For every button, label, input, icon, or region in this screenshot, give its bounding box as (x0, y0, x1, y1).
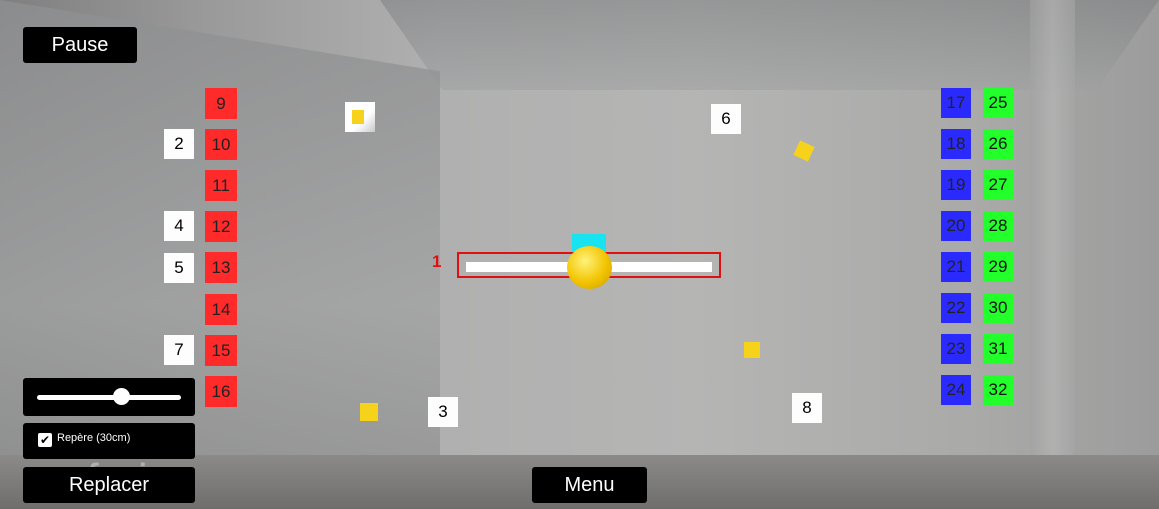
check-icon[interactable]: ✔ (38, 433, 52, 447)
paddle-label: 1 (432, 252, 442, 271)
blue-block-22: 22 (941, 293, 971, 323)
blue-block-21: 21 (941, 252, 971, 282)
blue-block-20: 20 (941, 211, 971, 241)
red-block-12: 12 (205, 211, 237, 242)
axes-checkbox-label[interactable]: Repère (30cm) (57, 432, 130, 444)
green-block-28: 28 (983, 211, 1013, 241)
white-marker-7: 7 (164, 335, 194, 365)
yellow-cube (360, 403, 378, 421)
green-block-31: 31 (983, 334, 1013, 364)
red-block-14: 14 (205, 294, 237, 325)
size-slider-track[interactable] (37, 395, 181, 400)
green-block-32: 32 (983, 375, 1013, 405)
blue-block-24: 24 (941, 375, 971, 405)
red-block-13: 13 (205, 252, 237, 283)
white-marker-3: 3 (428, 397, 458, 427)
green-block-26: 26 (983, 129, 1013, 159)
red-block-9: 9 (205, 88, 237, 119)
red-block-10: 10 (205, 129, 237, 160)
yellow-cube (352, 110, 364, 124)
blue-block-23: 23 (941, 334, 971, 364)
white-marker-2: 2 (164, 129, 194, 159)
ball (567, 246, 612, 289)
red-block-16: 16 (205, 376, 237, 407)
size-slider-knob[interactable] (113, 388, 130, 405)
white-marker-5: 5 (164, 253, 194, 283)
green-block-27: 27 (983, 170, 1013, 200)
pause-button[interactable]: Pause (23, 27, 137, 63)
red-block-11: 11 (205, 170, 237, 201)
menu-button[interactable]: Menu (532, 467, 647, 503)
white-marker-8: 8 (792, 393, 822, 423)
green-block-29: 29 (983, 252, 1013, 282)
wall-pillar (1030, 0, 1075, 509)
yellow-cube (744, 342, 760, 358)
green-block-30: 30 (983, 293, 1013, 323)
blue-block-19: 19 (941, 170, 971, 200)
white-marker-6: 6 (711, 104, 741, 134)
white-marker-4: 4 (164, 211, 194, 241)
replace-button[interactable]: Replacer (23, 467, 195, 503)
red-block-15: 15 (205, 335, 237, 366)
blue-block-17: 17 (941, 88, 971, 118)
green-block-25: 25 (983, 88, 1013, 118)
blue-block-18: 18 (941, 129, 971, 159)
